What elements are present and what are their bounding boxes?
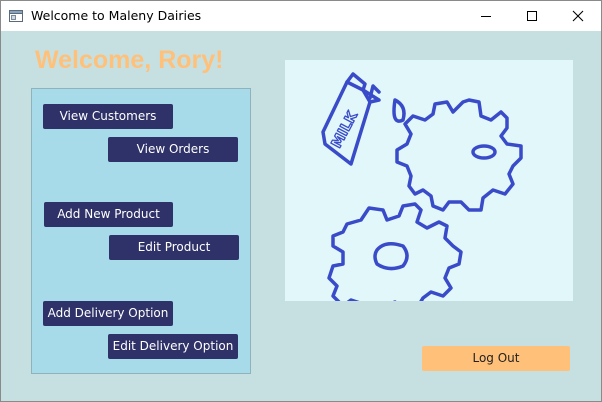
minimize-icon xyxy=(481,16,491,17)
upper-gear-icon xyxy=(395,98,523,212)
app-icon xyxy=(9,10,23,22)
milk-carton-icon: MILK xyxy=(321,72,406,166)
dairy-logo-image: MILK xyxy=(285,60,573,301)
add-delivery-option-button[interactable]: Add Delivery Option xyxy=(43,301,173,326)
welcome-heading: Welcome, Rory! xyxy=(35,46,224,74)
add-new-product-button[interactable]: Add New Product xyxy=(44,202,173,227)
close-button[interactable] xyxy=(555,1,601,31)
lower-gear-icon xyxy=(327,202,463,301)
view-customers-button[interactable]: View Customers xyxy=(43,104,173,129)
maximize-button[interactable] xyxy=(509,1,555,31)
edit-delivery-option-button[interactable]: Edit Delivery Option xyxy=(108,334,238,359)
window-title: Welcome to Maleny Dairies xyxy=(31,8,202,23)
title-bar[interactable]: Welcome to Maleny Dairies xyxy=(1,1,601,31)
view-orders-button[interactable]: View Orders xyxy=(108,137,238,162)
edit-product-button[interactable]: Edit Product xyxy=(109,235,239,260)
menu-panel: View Customers View Orders Add New Produ… xyxy=(31,88,251,374)
close-icon xyxy=(572,10,584,22)
maximize-icon xyxy=(527,11,537,21)
main-content: Welcome, Rory! View Customers View Order… xyxy=(1,31,601,401)
minimize-button[interactable] xyxy=(463,1,509,31)
log-out-button[interactable]: Log Out xyxy=(422,346,570,371)
milk-and-gears-illustration: MILK xyxy=(321,72,523,301)
app-window: Welcome to Maleny Dairies Welcome, Rory!… xyxy=(0,0,602,402)
